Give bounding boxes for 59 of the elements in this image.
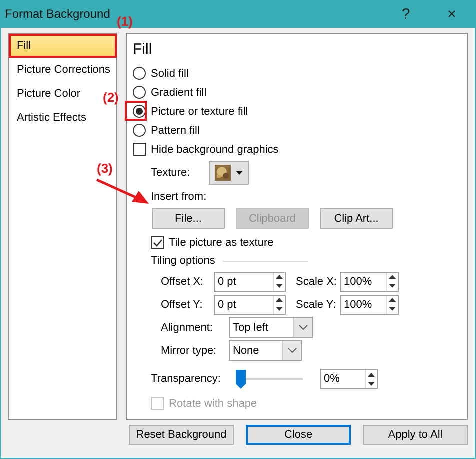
- annotation-label: (3): [97, 161, 113, 176]
- slider-thumb[interactable]: [236, 370, 246, 388]
- scale-field[interactable]: 100%: [340, 272, 399, 292]
- radio-label[interactable]: Pattern fill: [151, 124, 200, 136]
- annotation-label: (1): [117, 14, 133, 29]
- window-title: Format Background: [5, 7, 112, 21]
- insert-from-label: Insert from:: [151, 190, 207, 202]
- checkbox[interactable]: [133, 143, 146, 156]
- radio-label[interactable]: Solid fill: [151, 68, 189, 80]
- sidebar-item[interactable]: Picture Corrections: [10, 60, 115, 80]
- annotation-label: (2): [103, 90, 119, 105]
- sidebar-item[interactable]: Fill: [10, 36, 115, 56]
- spin-buttons[interactable]: [386, 272, 398, 290]
- scale-label: Scale X:: [295, 276, 338, 288]
- offset-label: Offset Y:: [161, 298, 204, 310]
- checkbox[interactable]: [151, 236, 164, 249]
- highlight-frame: [125, 101, 147, 121]
- check-icon: [152, 238, 162, 246]
- radio-button[interactable]: [133, 67, 146, 80]
- offset-field[interactable]: 0 pt: [214, 272, 286, 292]
- help-button[interactable]: ?: [383, 0, 429, 28]
- chevron-down-icon: [288, 348, 296, 353]
- alignment-dropdown[interactable]: Top left: [229, 317, 313, 338]
- pointer-arrow: [95, 178, 151, 206]
- texture-label: Texture:: [151, 167, 190, 179]
- mirror-type-dropdown[interactable]: None: [229, 340, 302, 361]
- insert-button[interactable]: Clip Art...: [320, 208, 393, 229]
- group-title: Tiling options: [151, 255, 216, 267]
- transparency-field[interactable]: 0%: [320, 369, 378, 389]
- spin-buttons[interactable]: [273, 296, 285, 314]
- radio-button[interactable]: [133, 86, 146, 99]
- insert-button[interactable]: File...: [152, 208, 225, 229]
- radio-button[interactable]: [133, 105, 146, 118]
- texture-dropdown[interactable]: [209, 161, 250, 185]
- section-heading: Fill: [133, 41, 154, 58]
- dialog-button[interactable]: Close: [246, 425, 351, 445]
- radio-label[interactable]: Gradient fill: [151, 86, 207, 98]
- scale-field[interactable]: 100%: [340, 294, 399, 314]
- spin-buttons[interactable]: [365, 370, 377, 388]
- offset-field[interactable]: 0 pt: [214, 294, 286, 314]
- scale-label: Scale Y:: [295, 298, 338, 310]
- transparency-label: Transparency:: [151, 373, 222, 385]
- offset-label: Offset X:: [161, 276, 205, 288]
- mirror-type-label: Mirror type:: [161, 344, 218, 356]
- chevron-down-icon: [298, 325, 308, 330]
- dialog-button[interactable]: Reset Background: [129, 425, 234, 445]
- close-button[interactable]: ×: [429, 0, 475, 28]
- sidebar-item[interactable]: Artistic Effects: [10, 108, 90, 128]
- texture-swatch-icon: [215, 165, 232, 181]
- spin-buttons[interactable]: [273, 272, 285, 290]
- checkbox-label[interactable]: Hide background graphics: [151, 144, 279, 156]
- caret-icon: [236, 171, 244, 175]
- spin-buttons[interactable]: [386, 296, 398, 314]
- alignment-label: Alignment:: [161, 322, 214, 334]
- radio-label[interactable]: Picture or texture fill: [151, 106, 248, 118]
- sidebar-item[interactable]: Picture Color: [10, 84, 85, 104]
- dialog-button[interactable]: Apply to All: [363, 425, 468, 445]
- radio-button[interactable]: [133, 124, 146, 137]
- checkbox-label[interactable]: Tile picture as texture: [169, 236, 274, 248]
